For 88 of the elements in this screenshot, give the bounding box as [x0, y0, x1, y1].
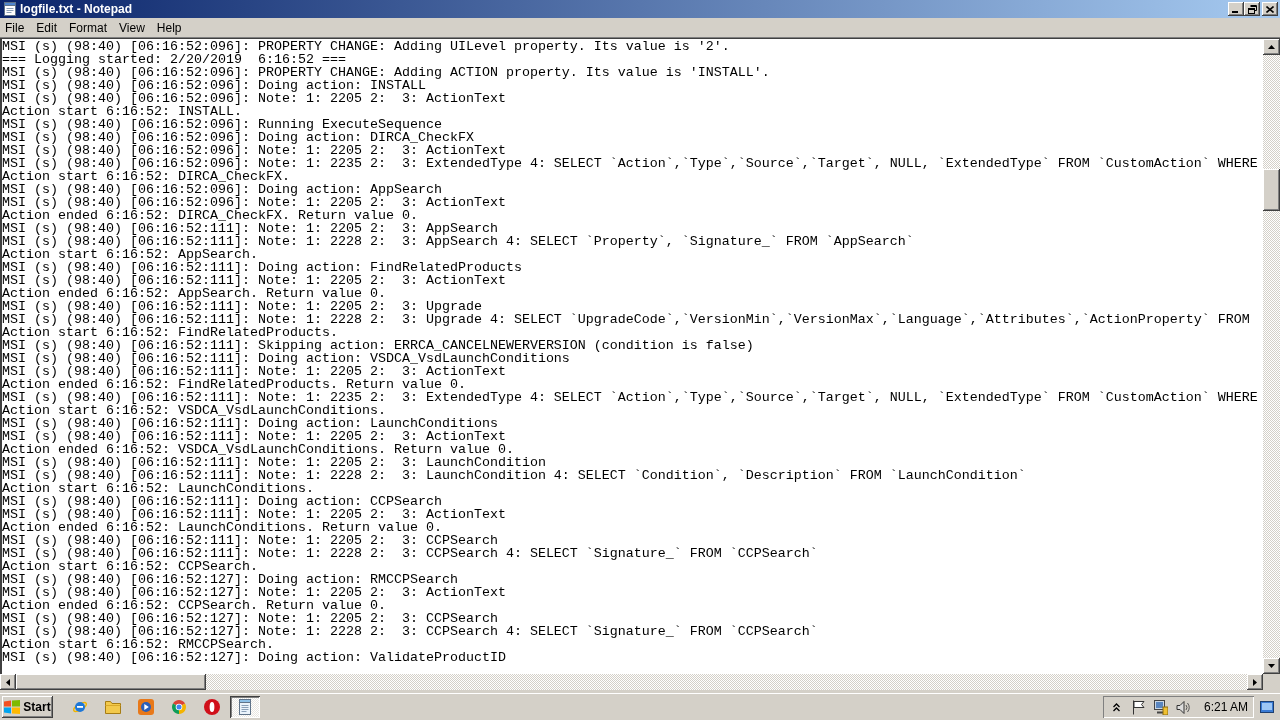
- log-line: MSI (s) (98:40) [06:16:52:127]: Note: 1: 2205 2: 3: CCPSearch: [2, 612, 498, 625]
- log-line: Action ended 6:16:52: LaunchConditions. Return value 0.: [2, 521, 442, 534]
- oval-ring-icon: [204, 699, 220, 715]
- log-line: Action ended 6:16:52: CCPSearch. Return value 0.: [2, 599, 386, 612]
- log-line: Action ended 6:16:52: VSDCA_VsdLaunchConditions. Return value 0.: [2, 443, 514, 456]
- log-line: MSI (s) (98:40) [06:16:52:111]: Note: 1: 2205 2: 3: AppSearch: [2, 222, 498, 235]
- clock: 6:21 AM: [1203, 700, 1248, 714]
- left-arrow-icon: [6, 678, 10, 686]
- restore-icon: [1247, 4, 1257, 14]
- log-line: MSI (s) (98:40) [06:16:52:096]: Note: 1: 2205 2: 3: ActionText: [2, 92, 506, 105]
- close-icon: [1266, 5, 1274, 13]
- log-line: Action start 6:16:52: LaunchConditions.: [2, 482, 314, 495]
- log-line: MSI (s) (98:40) [06:16:52:096]: Note: 1: 2205 2: 3: ActionText: [2, 144, 506, 157]
- scroll-down-button[interactable]: [1263, 658, 1280, 674]
- notepad-icon: [2, 1, 18, 17]
- screen-icon[interactable]: [1260, 701, 1274, 713]
- monitor-icon[interactable]: [1153, 699, 1168, 715]
- log-line: MSI (s) (98:40) [06:16:52:111]: Note: 1: 2205 2: 3: ActionText: [2, 274, 506, 287]
- log-line: Action ended 6:16:52: DIRCA_CheckFX. Return value 0.: [2, 209, 418, 222]
- vertical-scrollbar[interactable]: [1263, 38, 1280, 674]
- log-line: MSI (s) (98:40) [06:16:52:111]: Note: 1: 2228 2: 3: CCPSearch 4: SELECT `Signature_` FROM `CCPSearch`: [2, 547, 818, 560]
- right-arrow-icon: [1253, 678, 1257, 686]
- log-line: Action start 6:16:52: CCPSearch.: [2, 560, 258, 573]
- scroll-up-button[interactable]: [1263, 39, 1280, 55]
- log-line: MSI (s) (98:40) [06:16:52:111]: Doing action: FindRelatedProducts: [2, 261, 522, 274]
- log-line: MSI (s) (98:40) [06:16:52:111]: Skipping action: ERRCA_CANCELNEWERVERSION (condition is false): [2, 339, 754, 352]
- up-arrow-icon: [1268, 45, 1275, 49]
- log-line: MSI (s) (98:40) [06:16:52:111]: Note: 1: 2205 2: 3: CCPSearch: [2, 534, 498, 547]
- log-line: MSI (s) (98:40) [06:16:52:111]: Note: 1: 2228 2: 3: Upgrade 4: SELECT `UpgradeCode`,`VersionMin`,`VersionMax`,`Language`,`Attributes`,`ActionProperty` FROM: [2, 313, 1250, 326]
- log-line: MSI (s) (98:40) [06:16:52:127]: Doing action: RMCCPSearch: [2, 573, 458, 586]
- scrollbar-thumb[interactable]: [1263, 169, 1280, 211]
- log-line: MSI (s) (98:40) [06:16:52:096]: PROPERTY CHANGE: Adding UILevel property. Its value is '2'.: [2, 40, 730, 53]
- log-line: MSI (s) (98:40) [06:16:52:096]: Doing action: DIRCA_CheckFX: [2, 131, 474, 144]
- log-line: MSI (s) (98:40) [06:16:52:111]: Note: 1: 2228 2: 3: AppSearch 4: SELECT `Property`, `Signature_` FROM `AppSearch`: [2, 235, 914, 248]
- menu-item[interactable]: File: [0, 19, 31, 36]
- scroll-right-button[interactable]: [1247, 674, 1263, 690]
- window-title: logfile.txt - Notepad: [20, 2, 132, 16]
- speaker-icon[interactable]: [1175, 699, 1190, 715]
- scrollbar-thumb[interactable]: [16, 674, 206, 690]
- log-line: MSI (s) (98:40) [06:16:52:111]: Note: 1: 2205 2: 3: ActionText: [2, 508, 506, 521]
- log-line: MSI (s) (98:40) [06:16:52:111]: Note: 1: 2205 2: 3: ActionText: [2, 430, 506, 443]
- minimize-button[interactable]: [1228, 2, 1244, 16]
- log-line: Action start 6:16:52: INSTALL.: [2, 105, 242, 118]
- log-line: MSI (s) (98:40) [06:16:52:127]: Note: 1: 2205 2: 3: ActionText: [2, 586, 506, 599]
- log-line: MSI (s) (98:40) [06:16:52:111]: Doing action: LaunchConditions: [2, 417, 498, 430]
- menu-item[interactable]: View: [113, 19, 151, 36]
- flag-logo-icon: [4, 700, 21, 714]
- log-line: MSI (s) (98:40) [06:16:52:111]: Note: 1: 2205 2: 3: Upgrade: [2, 300, 482, 313]
- close-button[interactable]: [1262, 2, 1278, 16]
- round-logo-icon: [171, 699, 187, 715]
- start-button[interactable]: Start: [2, 696, 53, 718]
- log-line: Action start 6:16:52: DIRCA_CheckFX.: [2, 170, 290, 183]
- log-line: MSI (s) (98:40) [06:16:52:111]: Doing action: VSDCA_VsdLaunchConditions: [2, 352, 570, 365]
- globe-ring-icon: [72, 699, 88, 715]
- log-line: MSI (s) (98:40) [06:16:52:111]: Note: 1: 2235 2: 3: ExtendedType 4: SELECT `Action`,`Type`,`Source`,`Target`, NULL, `ExtendedType` FROM `CustomAction` WHERE: [2, 391, 1258, 404]
- log-line: MSI (s) (98:40) [06:16:52:096]: PROPERTY CHANGE: Adding ACTION property. Its value is 'INSTALL'.: [2, 66, 770, 79]
- taskbar-button[interactable]: [230, 696, 260, 718]
- flag-icon[interactable]: [1131, 699, 1146, 715]
- horizontal-scrollbar[interactable]: [0, 674, 1263, 690]
- chevron-up-icon[interactable]: [1112, 702, 1120, 712]
- log-line: MSI (s) (98:40) [06:16:52:096]: Running ExecuteSequence: [2, 118, 442, 131]
- menu-item[interactable]: Format: [63, 19, 114, 36]
- log-line: Action ended 6:16:52: FindRelatedProducts. Return value 0.: [2, 378, 466, 391]
- log-line: MSI (s) (98:40) [06:16:52:111]: Note: 1: 2205 2: 3: LaunchCondition: [2, 456, 546, 469]
- log-line: MSI (s) (98:40) [06:16:52:111]: Doing action: CCPSearch: [2, 495, 442, 508]
- log-line: MSI (s) (98:40) [06:16:52:127]: Doing action: ValidateProductID: [2, 651, 506, 664]
- log-line: MSI (s) (98:40) [06:16:52:127]: Note: 1: 2228 2: 3: CCPSearch 4: SELECT `Signature_` FROM `CCPSearch`: [2, 625, 818, 638]
- text-area[interactable]: [0, 38, 1263, 674]
- notepad-icon: [237, 699, 253, 715]
- log-line: Action start 6:16:52: VSDCA_VsdLaunchConditions.: [2, 404, 386, 417]
- menu-item[interactable]: Help: [150, 19, 188, 36]
- folder-icon: [105, 699, 121, 715]
- log-line: MSI (s) (98:40) [06:16:52:096]: Note: 1: 2235 2: 3: ExtendedType 4: SELECT `Action`,`Type`,`Source`,`Target`, NULL, `ExtendedType` FROM `CustomAction` WHERE: [2, 157, 1258, 170]
- log-line: MSI (s) (98:40) [06:16:52:111]: Note: 1: 2205 2: 3: ActionText: [2, 365, 506, 378]
- menu-item[interactable]: Edit: [30, 19, 64, 36]
- log-line: MSI (s) (98:40) [06:16:52:111]: Note: 1: 2228 2: 3: LaunchCondition 4: SELECT `Condition`, `Description` FROM `LaunchCondition`: [2, 469, 1026, 482]
- play-icon: [138, 699, 154, 715]
- scroll-left-button[interactable]: [0, 674, 16, 690]
- log-line: Action start 6:16:52: AppSearch.: [2, 248, 258, 261]
- log-line: Action ended 6:16:52: AppSearch. Return value 0.: [2, 287, 386, 300]
- log-line: Action start 6:16:52: RMCCPSearch.: [2, 638, 274, 651]
- log-line: MSI (s) (98:40) [06:16:52:096]: Note: 1: 2205 2: 3: ActionText: [2, 196, 506, 209]
- log-line: === Logging started: 2/20/2019 6:16:52 ===: [2, 53, 346, 66]
- log-line: MSI (s) (98:40) [06:16:52:096]: Doing action: AppSearch: [2, 183, 442, 196]
- log-line: MSI (s) (98:40) [06:16:52:096]: Doing action: INSTALL: [2, 79, 426, 92]
- restore-button[interactable]: [1244, 2, 1260, 16]
- down-arrow-icon: [1268, 664, 1275, 668]
- log-line: Action start 6:16:52: FindRelatedProducts.: [2, 326, 338, 339]
